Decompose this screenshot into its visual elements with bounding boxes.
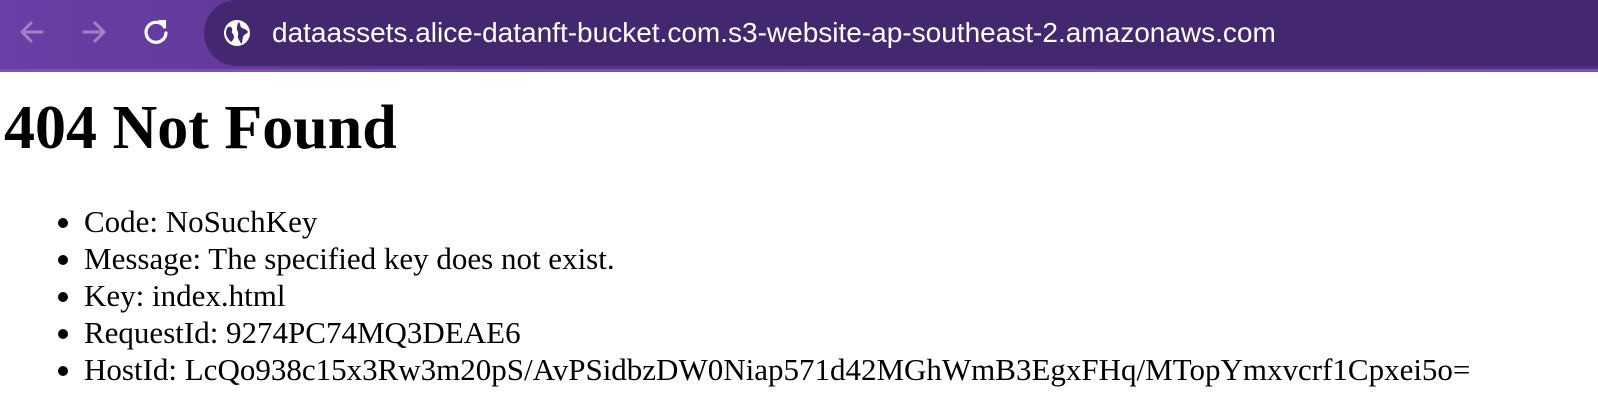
- globe-icon[interactable]: [222, 18, 252, 48]
- back-button[interactable]: [12, 12, 52, 52]
- forward-button[interactable]: [74, 12, 114, 52]
- error-request-id: RequestId: 9274PC74MQ3DEAE6: [57, 314, 1470, 351]
- error-host-id: HostId: LcQo938c15x3Rw3m20pS/AvPSidbzDW0…: [57, 352, 1471, 387]
- error-code: Code: NoSuchKey: [57, 203, 1470, 240]
- reload-icon: [144, 20, 168, 44]
- error-message: Message: The specified key does not exis…: [57, 240, 1470, 277]
- page-title: 404 Not Found: [4, 94, 397, 162]
- arrow-right-icon: [82, 21, 106, 43]
- error-details-list: Code: NoSuchKey Message: The specified k…: [0, 203, 1470, 388]
- address-url[interactable]: dataassets.alice-datanft-bucket.com.s3-w…: [272, 14, 1276, 52]
- arrow-left-icon: [20, 21, 44, 43]
- reload-button[interactable]: [136, 12, 176, 52]
- browser-toolbar: dataassets.alice-datanft-bucket.com.s3-w…: [0, 0, 1598, 72]
- error-key: Key: index.html: [57, 277, 1470, 314]
